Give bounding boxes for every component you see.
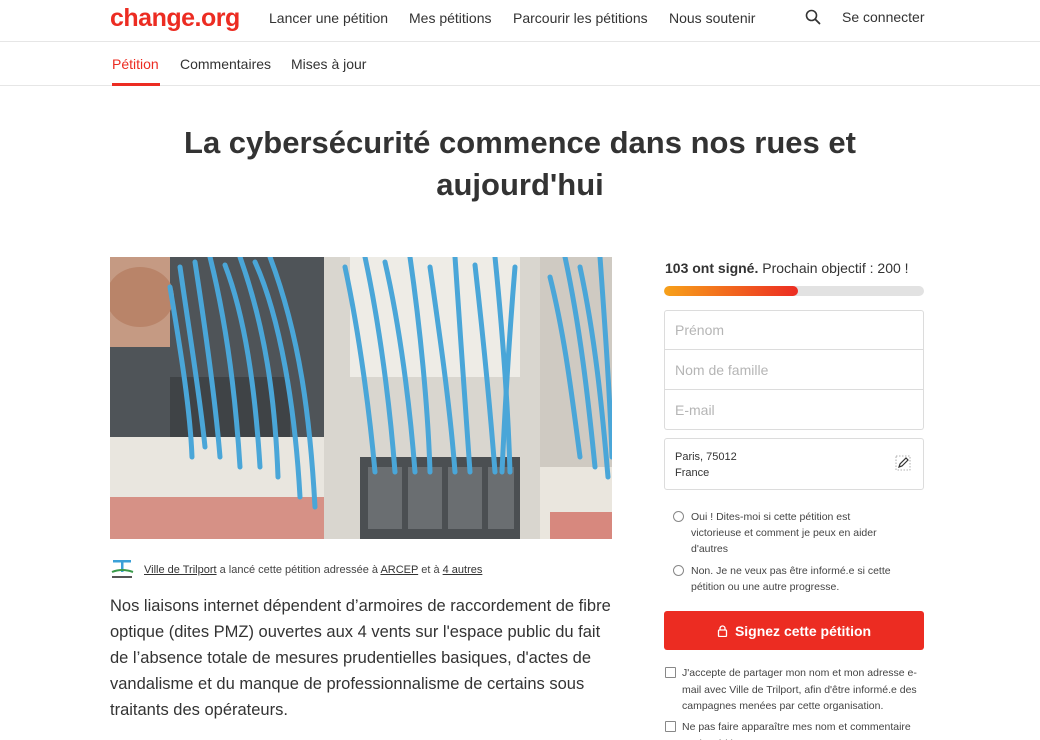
progress-fill: [664, 286, 798, 296]
email-field[interactable]: [664, 390, 924, 430]
starter-name-link[interactable]: Ville de Trilport: [144, 564, 217, 576]
other-targets-link[interactable]: 4 autres: [443, 564, 483, 576]
tab-updates[interactable]: Mises à jour: [291, 56, 366, 72]
top-nav: change.org Lancer une pétition Mes pétit…: [0, 0, 1040, 42]
petition-description: Nos liaisons internet dépendent d’armoir…: [110, 597, 611, 719]
hide-name-label: Ne pas faire apparaître mes nom et comme…: [682, 721, 911, 740]
petition-starter-line: Ville de Trilport a lancé cette pétition…: [144, 564, 482, 576]
petition-title: La cybersécurité commence dans nos rues …: [184, 125, 856, 202]
sign-petition-button[interactable]: Signez cette pétition: [664, 611, 924, 650]
petition-photo: [110, 257, 612, 539]
location-city: Paris, 75012: [675, 451, 737, 463]
share-consent-checkbox[interactable]: [665, 667, 676, 678]
notify-yes-option[interactable]: Oui ! Dites-moi si cette pétition est vi…: [673, 509, 925, 557]
notify-yes-radio[interactable]: [673, 511, 684, 522]
login-link[interactable]: Se connecter: [842, 9, 925, 25]
trilport-logo[interactable]: [110, 557, 136, 581]
edit-location-icon[interactable]: [895, 455, 911, 471]
notify-no-radio[interactable]: [673, 565, 684, 576]
share-consent-label: J'accepte de partager mon nom et mon adr…: [682, 667, 917, 712]
nav-support-us[interactable]: Nous soutenir: [669, 10, 755, 26]
signature-progress-bar: [664, 286, 924, 296]
search-icon[interactable]: [804, 8, 822, 26]
starter-text-and: et à: [418, 564, 443, 576]
notify-no-label: Non. Je ne veux pas être informé.e si ce…: [691, 565, 891, 593]
tab-comments[interactable]: Commentaires: [180, 56, 271, 72]
notify-no-option[interactable]: Non. Je ne veux pas être informé.e si ce…: [673, 563, 925, 595]
petition-tabs: Pétition Commentaires Mises à jour: [0, 42, 1040, 86]
hide-name-option[interactable]: Ne pas faire apparaître mes nom et comme…: [665, 719, 925, 740]
location-country: France: [675, 467, 710, 479]
signature-count: 103 ont signé. Prochain objectif : 200 !: [665, 260, 909, 276]
sign-button-label: Signez cette pétition: [734, 622, 872, 639]
active-tab-indicator: [112, 83, 160, 86]
change-org-logo[interactable]: change.org: [110, 4, 240, 33]
starter-text-mid: a lancé cette pétition adressée à: [216, 564, 381, 576]
notify-yes-label: Oui ! Dites-moi si cette pétition est vi…: [691, 511, 877, 555]
next-goal-text: Prochain objectif : 200 !: [758, 260, 909, 276]
share-consent-option[interactable]: J'accepte de partager mon nom et mon adr…: [665, 665, 925, 715]
target-arcep-link[interactable]: ARCEP: [380, 564, 418, 576]
lock-icon: [717, 624, 728, 637]
last-name-field[interactable]: [664, 350, 924, 390]
hide-name-checkbox[interactable]: [665, 721, 676, 732]
nav-my-petitions[interactable]: Mes pétitions: [409, 10, 491, 26]
tab-petition[interactable]: Pétition: [112, 56, 159, 72]
nav-browse-petitions[interactable]: Parcourir les pétitions: [513, 10, 648, 26]
fiber-cabinet-photo: [110, 257, 612, 539]
signed-count-text: 103 ont signé.: [665, 260, 759, 276]
nav-start-petition[interactable]: Lancer une pétition: [269, 10, 388, 26]
first-name-field[interactable]: [664, 310, 924, 350]
location-box[interactable]: Paris, 75012 France: [664, 438, 924, 490]
